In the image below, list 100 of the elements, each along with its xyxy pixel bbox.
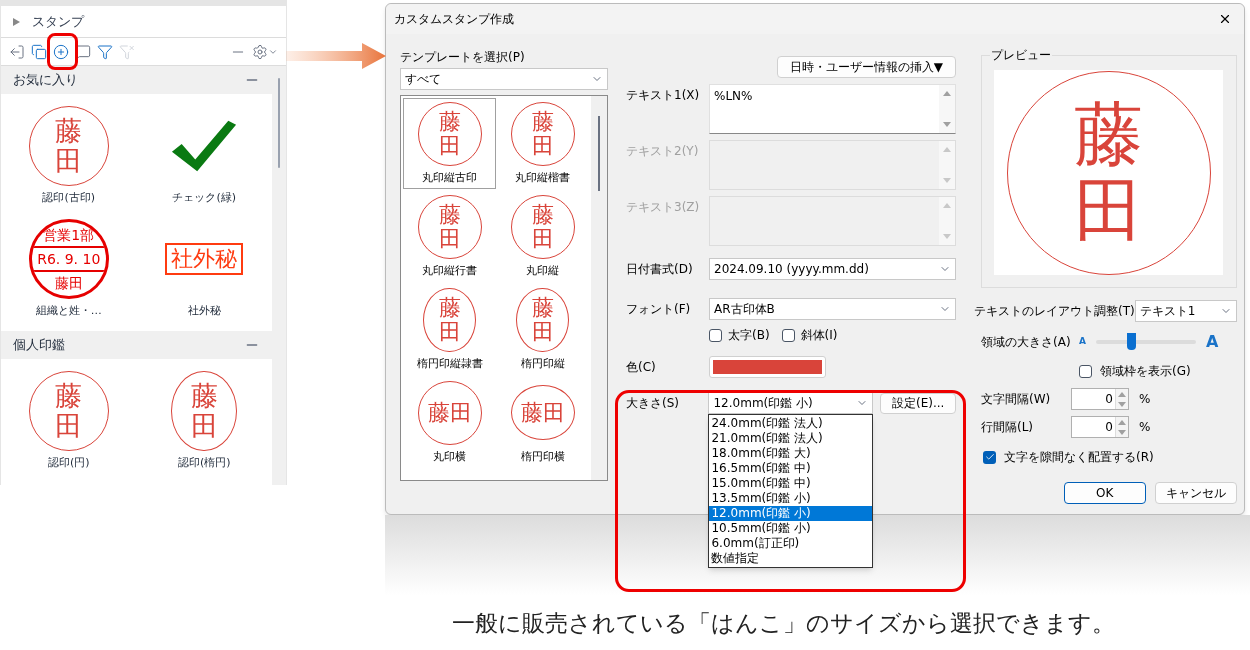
scroll-up-icon[interactable] bbox=[943, 91, 951, 96]
checkbox-label: 文字を隙間なく配置する(R) bbox=[1004, 449, 1154, 466]
stamp-label[interactable]: 認印(円) bbox=[47, 455, 90, 472]
seal-text: 藤田 bbox=[54, 273, 83, 292]
scroll-down-icon[interactable] bbox=[1118, 401, 1126, 407]
text-area[interactable]: %LN% bbox=[709, 84, 956, 134]
ok-button[interactable]: OK bbox=[1063, 482, 1146, 504]
large-size-label: A bbox=[1205, 331, 1219, 353]
stamp-label[interactable]: 社外秘 bbox=[187, 302, 221, 319]
settings-icon[interactable] bbox=[252, 43, 278, 60]
checkbox[interactable] bbox=[781, 328, 795, 342]
size-option[interactable]: 数値指定 bbox=[709, 551, 873, 566]
dropdown[interactable]: 2024.09.10 (yyyy.mm.dd) bbox=[709, 258, 956, 280]
section-header[interactable]: 個人印鑑 bbox=[1, 331, 272, 359]
size-option[interactable]: 12.0mm(印鑑 小) bbox=[709, 506, 873, 521]
checkbox-label: 斜体(I) bbox=[800, 327, 838, 344]
check-icon bbox=[984, 452, 995, 462]
scroll-up-icon[interactable] bbox=[943, 203, 951, 208]
dropdown[interactable]: すべて bbox=[400, 68, 608, 90]
section-header[interactable]: お気に入り bbox=[1, 66, 272, 94]
close-icon[interactable] bbox=[1218, 12, 1232, 26]
checkbox[interactable] bbox=[983, 450, 996, 464]
copy-icon[interactable] bbox=[31, 43, 47, 60]
template-label: 丸印縦 bbox=[526, 262, 559, 279]
cancel-button[interactable]: キャンセル bbox=[1154, 482, 1237, 504]
small-size-label: A bbox=[1079, 335, 1086, 349]
seal-text: 藤田 bbox=[55, 381, 83, 441]
seal-text: 藤田 bbox=[427, 399, 472, 428]
template-item[interactable]: 藤田 楕円印縦隷書 bbox=[403, 284, 496, 375]
seal-text: 藤田 bbox=[190, 381, 218, 441]
scroll-up-icon[interactable] bbox=[943, 147, 951, 152]
scrollbar[interactable] bbox=[591, 96, 607, 480]
seal-text: 藤田 bbox=[438, 295, 461, 344]
stamp-label[interactable]: 認印(古印) bbox=[42, 190, 96, 207]
field-label: 文字間隔(W) bbox=[981, 391, 1052, 408]
text-area[interactable] bbox=[709, 140, 956, 190]
scrollbar[interactable] bbox=[272, 66, 286, 485]
checkbox-label: 領域枠を表示(G) bbox=[1100, 363, 1191, 380]
size-option[interactable]: 10.5mm(印鑑 小) bbox=[709, 521, 873, 536]
checkmark-icon bbox=[170, 118, 239, 174]
comment-icon[interactable] bbox=[75, 43, 91, 60]
section-title: お気に入り bbox=[13, 71, 78, 90]
field-label: 大きさ(S) bbox=[626, 395, 680, 412]
caption: 一般に販売されている「はんこ」のサイズから選択できます。 bbox=[452, 610, 1115, 636]
field-label: 行間隔(L) bbox=[981, 419, 1035, 436]
field-label: テキスト2(Y) bbox=[626, 143, 700, 160]
size-option[interactable]: 18.0mm(印鑑 大) bbox=[709, 446, 873, 461]
template-item[interactable]: 藤田 丸印縦古印 bbox=[403, 98, 496, 189]
dropdown[interactable]: AR古印体B bbox=[709, 298, 956, 320]
stamp-label[interactable]: チェック(緑) bbox=[172, 190, 237, 207]
spin-field[interactable]: 0 bbox=[1071, 416, 1129, 438]
template-label: 丸印縦行書 bbox=[422, 262, 477, 279]
expand-arrow-icon[interactable] bbox=[13, 17, 20, 26]
text-area[interactable] bbox=[709, 196, 956, 246]
size-option[interactable]: 21.0mm(印鑑 法人) bbox=[709, 431, 873, 446]
field-label: 領域の大きさ(A) bbox=[981, 334, 1072, 351]
field-label: テキスト3(Z) bbox=[626, 199, 701, 216]
stamp-label[interactable]: 組織と姓・… bbox=[35, 302, 102, 319]
template-label: 丸印縦古印 bbox=[422, 169, 477, 186]
template-label: 楕円印縦隷書 bbox=[416, 355, 483, 372]
size-dropdown[interactable]: 12.0mm(印鑑 小) bbox=[708, 392, 874, 414]
spin-field[interactable]: 0 bbox=[1071, 388, 1129, 410]
template-item[interactable]: 藤田 丸印縦行書 bbox=[403, 191, 496, 282]
checkbox[interactable] bbox=[1079, 364, 1092, 378]
group-title: プレビュー bbox=[990, 47, 1052, 63]
unit-label: % bbox=[1139, 419, 1151, 436]
settings-button[interactable]: 設定(E)... bbox=[880, 392, 956, 414]
scroll-down-icon[interactable] bbox=[1118, 429, 1126, 435]
field-label: 日付書式(D) bbox=[626, 261, 694, 278]
size-option[interactable]: 13.5mm(印鑑 小) bbox=[709, 491, 873, 506]
scroll-down-icon[interactable] bbox=[943, 122, 951, 127]
field-label: テキスト1(X) bbox=[626, 87, 701, 104]
scroll-down-icon[interactable] bbox=[943, 234, 951, 239]
template-item[interactable]: 藤田 楕円印縦 bbox=[496, 284, 589, 375]
dropdown[interactable]: テキスト1 bbox=[1134, 300, 1237, 322]
field-label: 色(C) bbox=[626, 359, 657, 376]
scroll-up-icon[interactable] bbox=[1118, 419, 1126, 425]
checkbox[interactable] bbox=[709, 328, 722, 342]
template-item[interactable]: 藤田 楕円印横 bbox=[496, 377, 589, 468]
slider-thumb[interactable] bbox=[1126, 333, 1136, 350]
template-item[interactable]: 藤田 丸印縦 bbox=[496, 191, 589, 282]
template-item[interactable]: 藤田 丸印横 bbox=[403, 377, 496, 468]
add-icon[interactable] bbox=[53, 43, 69, 60]
highlight-ring bbox=[47, 33, 78, 70]
seal-text: 藤田 bbox=[520, 399, 565, 428]
filter-icon[interactable] bbox=[97, 43, 113, 60]
size-option[interactable]: 15.0mm(印鑑 中) bbox=[709, 476, 873, 491]
scroll-up-icon[interactable] bbox=[1118, 391, 1126, 397]
seal-text: 社外秘 bbox=[171, 245, 238, 271]
seal-text: 藤田 bbox=[1074, 96, 1144, 249]
insert-info-button[interactable]: 日時・ユーザー情報の挿入▼ bbox=[776, 56, 956, 78]
scroll-down-icon[interactable] bbox=[943, 178, 951, 183]
size-option[interactable]: 24.0mm(印鑑 法人) bbox=[709, 416, 873, 431]
window-title: カスタムスタンプ作成 bbox=[394, 11, 514, 28]
checkbox-label: 太字(B) bbox=[728, 327, 770, 344]
stamp-label[interactable]: 認印(楕円) bbox=[177, 455, 231, 472]
template-label: 丸印縦楷書 bbox=[515, 169, 570, 186]
template-item[interactable]: 藤田 丸印縦楷書 bbox=[496, 98, 589, 189]
size-option[interactable]: 6.0mm(訂正印) bbox=[709, 536, 873, 551]
size-option[interactable]: 16.5mm(印鑑 中) bbox=[709, 461, 873, 476]
